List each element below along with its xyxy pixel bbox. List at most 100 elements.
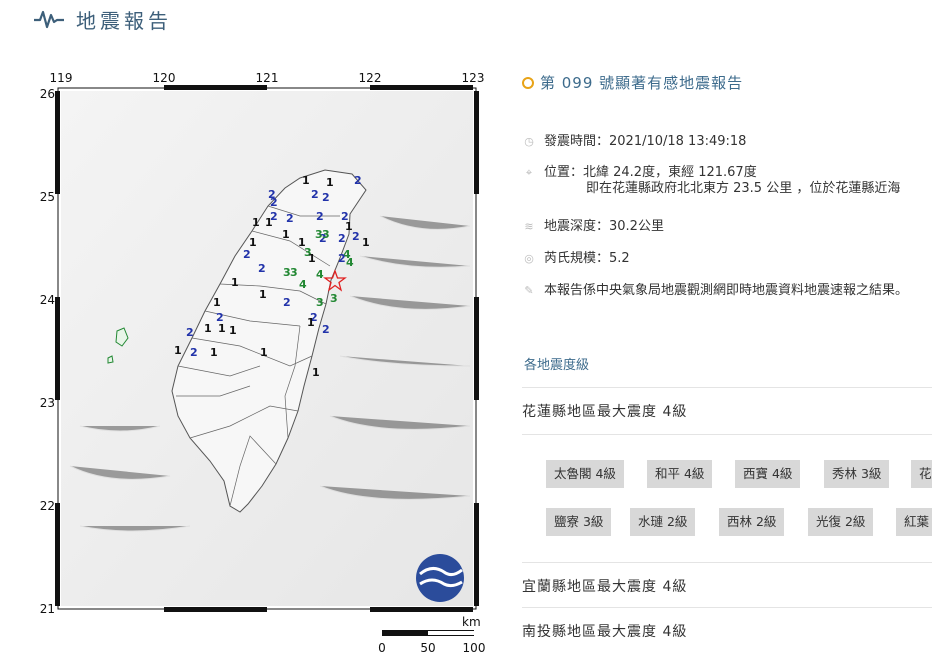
divider: [522, 434, 932, 435]
pencil-icon: ✎: [524, 284, 534, 297]
info-location-text: 位置：北緯 24.2度，東經 121.67度: [544, 165, 757, 180]
scale-label: 100: [463, 641, 486, 655]
intensity-value: 4: [299, 278, 307, 291]
intensity-value: 1: [265, 216, 273, 229]
seismograph-icon: [34, 9, 64, 29]
page-title: 地震報告: [76, 8, 172, 33]
divider: [522, 607, 932, 608]
info-time-text: 發震時間：2021/10/18 13:49:18: [544, 134, 747, 149]
intensity-value: 3: [316, 296, 324, 309]
clock-icon: ◷: [524, 135, 534, 148]
report-title-text: 第 099 號顯著有感地震報告: [540, 74, 744, 92]
intensity-value: 2: [352, 230, 360, 243]
info-note: ✎ 本報告係中央氣象局地震觀測網即時地震資料地震速報之結果。: [522, 283, 932, 299]
intensity-value: 1: [210, 346, 218, 359]
location-pin-icon: ⌖: [525, 166, 533, 179]
intensity-value: 1: [307, 316, 315, 329]
station-chip[interactable]: 西林 2級: [719, 508, 785, 536]
lat-tick: 22: [40, 499, 55, 513]
station-chip[interactable]: 秀林 3級: [824, 460, 890, 488]
cwb-logo-icon: [416, 554, 464, 602]
intensity-value: 3: [330, 292, 338, 305]
intensity-value: 2: [322, 323, 330, 336]
lat-tick: 25: [40, 190, 55, 204]
intensity-value: 1: [204, 322, 212, 335]
intensity-value: 1: [229, 324, 237, 337]
lat-tick: 21: [40, 602, 55, 616]
intensity-link[interactable]: 各地震度級: [524, 354, 589, 373]
lon-tick: 119: [50, 71, 73, 85]
intensity-value: 2: [243, 248, 251, 261]
intensity-value: 2: [286, 212, 294, 225]
intensity-value: 2: [316, 210, 324, 223]
county-nantou[interactable]: 南投縣地區最大震度 4級: [522, 621, 687, 641]
intensity-value: 2: [190, 346, 198, 359]
divider: [522, 562, 932, 563]
app-header: 地震報告: [34, 4, 172, 34]
intensity-value: 2: [283, 296, 291, 309]
intensity-value: 1: [308, 252, 316, 265]
lat-tick: 26: [40, 87, 55, 101]
info-note-text: 本報告係中央氣象局地震觀測網即時地震資料地震速報之結果。: [544, 283, 909, 298]
info-depth-text: 地震深度：30.2公里: [544, 219, 664, 234]
intensity-value: 1: [174, 344, 182, 357]
info-depth: ≋ 地震深度：30.2公里: [522, 219, 664, 235]
info-magnitude-text: 芮氏規模：5.2: [544, 251, 630, 266]
station-chip[interactable]: 花: [911, 460, 932, 488]
station-chip[interactable]: 水璉 2級: [630, 508, 696, 536]
lon-tick: 121: [256, 71, 279, 85]
station-chip[interactable]: 鹽寮 3級: [546, 508, 612, 536]
intensity-value: 2: [338, 252, 346, 265]
scale-label: 0: [378, 641, 386, 655]
info-location-detail: 即在花蓮縣政府北北東方 23.5 公里 ，位於花蓮縣近海: [586, 181, 901, 196]
divider: [522, 387, 932, 388]
intensity-value: 4: [316, 268, 324, 281]
report-title: 第 099 號顯著有感地震報告: [522, 72, 743, 93]
scale-label: 50: [420, 641, 435, 655]
intensity-value: 1: [218, 322, 226, 335]
info-location: ⌖ 位置：北緯 24.2度，東經 121.67度 即在花蓮縣政府北北東方 23.…: [522, 165, 932, 197]
intensity-value: 2: [338, 232, 346, 245]
magnitude-icon: ◎: [524, 252, 534, 265]
intensity-value: 1: [260, 346, 268, 359]
latitude-tick-labels: 26 25 24 23 22 21: [40, 87, 55, 616]
intensity-value: 3: [322, 228, 330, 241]
intensity-value: 2: [354, 174, 362, 187]
station-chips: 太魯閣 4級 和平 4級 西寶 4級 秀林 3級 花 鹽寮 3級 水璉 2級 西…: [522, 456, 932, 546]
lon-tick: 122: [359, 71, 382, 85]
intensity-value: 1: [231, 276, 239, 289]
info-magnitude: ◎ 芮氏規模：5.2: [522, 251, 630, 267]
intensity-value: 1: [249, 236, 257, 249]
intensity-value: 1: [326, 176, 334, 189]
intensity-value: 1: [312, 366, 320, 379]
intensity-value: 1: [282, 228, 290, 241]
intensity-value: 1: [213, 296, 221, 309]
intensity-value: 3: [290, 266, 298, 279]
county-yilan[interactable]: 宜蘭縣地區最大震度 4級: [522, 576, 687, 596]
intensity-value: 1: [362, 236, 370, 249]
lon-tick: 120: [153, 71, 176, 85]
lon-tick: 123: [462, 71, 485, 85]
intensity-value: 1: [259, 288, 267, 301]
scale-bar: km 0 50 100: [378, 615, 485, 655]
depth-icon: ≋: [524, 220, 534, 233]
scale-unit: km: [462, 615, 481, 629]
intensity-map[interactable]: 119 120 121 122 123 26 25 24 23 22 21 2 …: [0, 66, 500, 660]
intensity-value: 2: [186, 326, 194, 339]
info-time: ◷ 發震時間：2021/10/18 13:49:18: [522, 134, 746, 150]
intensity-value: 2: [258, 262, 266, 275]
county-hualien[interactable]: 花蓮縣地區最大震度 4級: [522, 401, 687, 421]
intensity-value: 2: [311, 188, 319, 201]
longitude-tick-labels: 119 120 121 122 123: [50, 71, 485, 85]
intensity-value: 1: [302, 174, 310, 187]
station-chip[interactable]: 和平 4級: [647, 460, 713, 488]
intensity-value: 2: [270, 196, 278, 209]
lat-tick: 24: [40, 293, 55, 307]
intensity-value: 1: [252, 216, 260, 229]
station-chip[interactable]: 紅葉: [896, 508, 932, 536]
station-chip[interactable]: 西寶 4級: [735, 460, 801, 488]
lat-tick: 23: [40, 396, 55, 410]
station-chip[interactable]: 太魯閣 4級: [546, 460, 624, 488]
intensity-value: 2: [322, 191, 330, 204]
station-chip[interactable]: 光復 2級: [808, 508, 874, 536]
